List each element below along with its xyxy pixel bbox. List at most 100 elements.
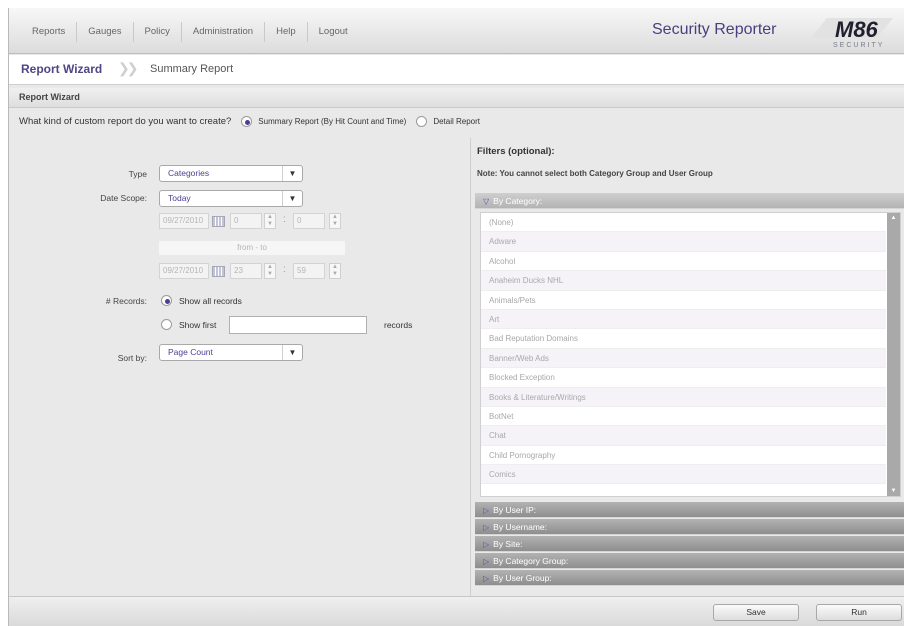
list-item[interactable]: (None) <box>481 213 886 233</box>
by-user-ip-label: By User IP: <box>493 505 537 515</box>
by-category-header[interactable]: ▽ By Category: <box>475 193 904 209</box>
list-item[interactable]: Alcohol <box>481 252 886 272</box>
summary-report-radio[interactable] <box>241 116 253 127</box>
calendar-icon[interactable] <box>212 216 225 227</box>
list-item[interactable]: Bad Reputation Domains <box>481 329 886 349</box>
to-minute-stepper[interactable]: ▲ ▼ <box>329 263 341 279</box>
scroll-down-icon[interactable]: ▼ <box>887 486 900 496</box>
list-item[interactable]: Chat <box>481 426 886 446</box>
by-username-header[interactable]: ▷ By Username: <box>475 519 904 535</box>
date-scope-value: Today <box>168 193 191 203</box>
from-to-slider[interactable]: from - to <box>159 241 345 255</box>
from-to-label: from - to <box>237 243 267 252</box>
menu-administration[interactable]: Administration <box>182 22 266 42</box>
triangle-right-icon: ▷ <box>483 523 490 532</box>
main-menu: Reports Gauges Policy Administration Hel… <box>21 22 359 42</box>
breadcrumb-chevron-icon: ❯❯ <box>118 60 139 76</box>
menu-logout[interactable]: Logout <box>308 22 359 42</box>
menu-policy[interactable]: Policy <box>134 22 182 42</box>
to-hour-field[interactable]: 23 <box>230 263 262 279</box>
date-scope-label: Date Scope: <box>100 193 147 203</box>
breadcrumb-summary-report: Summary Report <box>150 63 234 75</box>
m86-security-logo: M86 SECURITY <box>811 17 893 49</box>
time-separator: : <box>283 214 286 225</box>
by-username-label: By Username: <box>493 522 548 532</box>
detail-report-label[interactable]: Detail Report <box>433 117 480 126</box>
sort-by-value: Page Count <box>168 347 213 357</box>
records-label: # Records: <box>105 296 147 306</box>
by-site-header[interactable]: ▷ By Site: <box>475 536 904 552</box>
menu-gauges[interactable]: Gauges <box>77 22 134 42</box>
list-item[interactable]: Adware <box>481 232 886 252</box>
svg-text:M86: M86 <box>835 17 879 42</box>
app-window: Reports Gauges Policy Administration Hel… <box>8 8 904 626</box>
by-category-label: By Category: <box>493 196 543 206</box>
calendar-icon[interactable] <box>212 266 225 277</box>
chevron-down-icon: ▼ <box>282 345 302 360</box>
breadcrumb-report-wizard[interactable]: Report Wizard <box>21 62 102 76</box>
by-category-group-header[interactable]: ▷ By Category Group: <box>475 553 904 569</box>
detail-report-radio[interactable] <box>416 116 428 127</box>
by-user-group-label: By User Group: <box>493 573 552 583</box>
show-first-label[interactable]: Show first <box>179 320 216 330</box>
save-button[interactable]: Save <box>713 604 799 621</box>
chevron-down-icon: ▼ <box>282 191 302 206</box>
show-all-records-radio[interactable] <box>161 295 172 306</box>
question-text: What kind of custom report do you want t… <box>19 116 232 127</box>
from-date-field[interactable]: 09/27/2010 <box>159 213 209 229</box>
filters-title: Filters (optional): <box>477 146 555 157</box>
by-category-group-label: By Category Group: <box>493 556 569 566</box>
list-item[interactable]: Banner/Web Ads <box>481 348 886 369</box>
breadcrumb: Report Wizard ❯❯ Summary Report <box>9 55 904 85</box>
filters-note: Note: You cannot select both Category Gr… <box>477 169 713 178</box>
date-scope-select[interactable]: Today ▼ <box>159 190 303 207</box>
section-header: Report Wizard <box>9 88 904 108</box>
show-first-radio[interactable] <box>161 319 172 330</box>
menu-help[interactable]: Help <box>265 22 308 42</box>
by-user-ip-header[interactable]: ▷ By User IP: <box>475 502 904 518</box>
list-item[interactable]: BotNet <box>481 407 886 427</box>
sort-by-label: Sort by: <box>117 353 147 363</box>
chevron-down-icon: ▼ <box>282 166 302 181</box>
list-item[interactable]: Animals/Pets <box>481 291 886 310</box>
list-item[interactable]: Comics <box>481 465 886 485</box>
from-minute-field[interactable]: 0 <box>293 213 325 229</box>
list-item[interactable]: Books & Literature/Writings <box>481 387 886 407</box>
category-scrollbar[interactable]: ▲ ▼ <box>887 213 900 496</box>
type-select-value: Categories <box>168 168 210 178</box>
report-options-panel: Type Categories ▼ Date Scope: Today ▼ 09… <box>9 138 467 596</box>
product-title: Security Reporter <box>652 21 777 38</box>
show-all-records-label[interactable]: Show all records <box>179 296 242 306</box>
from-minute-stepper[interactable]: ▲ ▼ <box>329 213 341 229</box>
triangle-right-icon: ▷ <box>483 574 490 583</box>
svg-text:SECURITY: SECURITY <box>833 42 884 49</box>
by-site-label: By Site: <box>493 539 523 549</box>
type-select[interactable]: Categories ▼ <box>159 165 303 182</box>
records-suffix: records <box>384 320 413 330</box>
summary-report-label[interactable]: Summary Report (By Hit Count and Time) <box>258 117 406 126</box>
by-user-group-header[interactable]: ▷ By User Group: <box>475 570 904 586</box>
triangle-right-icon: ▷ <box>483 506 490 515</box>
top-nav-bar: Reports Gauges Policy Administration Hel… <box>9 8 904 54</box>
category-list[interactable]: (None) Adware Alcohol Anaheim Ducks NHL … <box>480 212 901 497</box>
to-hour-stepper[interactable]: ▲ ▼ <box>264 263 276 279</box>
section-title: Report Wizard <box>19 92 80 102</box>
scroll-up-icon[interactable]: ▲ <box>887 213 900 223</box>
sort-by-select[interactable]: Page Count ▼ <box>159 344 303 361</box>
triangle-right-icon: ▷ <box>483 557 490 566</box>
list-item[interactable]: Blocked Exception <box>481 368 886 388</box>
to-date-field[interactable]: 09/27/2010 <box>159 263 209 279</box>
type-label: Type <box>128 169 147 179</box>
to-minute-field[interactable]: 59 <box>293 263 325 279</box>
list-item[interactable]: Anaheim Ducks NHL <box>481 271 886 291</box>
time-separator: : <box>283 264 286 275</box>
from-hour-stepper[interactable]: ▲ ▼ <box>264 213 276 229</box>
list-item[interactable]: Child Pornography <box>481 446 886 466</box>
list-item[interactable]: Art <box>481 309 886 330</box>
from-hour-field[interactable]: 0 <box>230 213 262 229</box>
triangle-down-icon: ▽ <box>483 197 490 206</box>
menu-reports[interactable]: Reports <box>21 22 78 42</box>
run-button[interactable]: Run <box>816 604 902 621</box>
show-first-count-input[interactable] <box>229 316 367 334</box>
report-type-question: What kind of custom report do you want t… <box>19 116 480 127</box>
